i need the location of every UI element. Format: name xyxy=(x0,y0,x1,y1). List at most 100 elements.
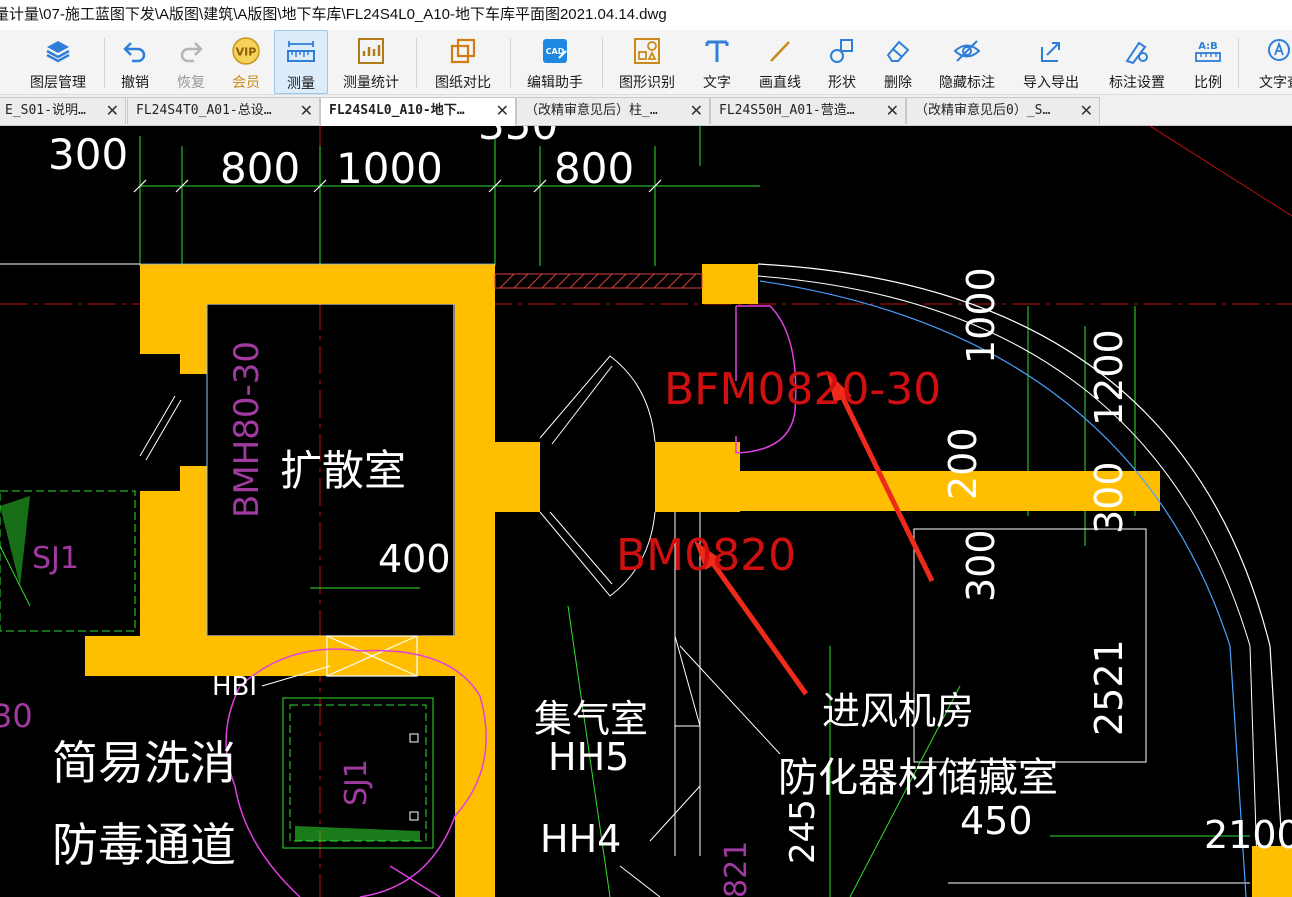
dim-text: 800 xyxy=(554,144,635,193)
door-label-bm: BM0820 xyxy=(616,530,797,581)
hbi-label: HBI xyxy=(212,672,258,702)
shape-recognize-label: 图形识别 xyxy=(619,74,675,90)
tab-label: FL24S50H_A01-营造… xyxy=(719,103,855,118)
redo-icon xyxy=(174,34,208,68)
redo-label: 恢复 xyxy=(177,74,205,90)
drawing-canvas[interactable]: 300 800 1000 350 800 400 1000 1200 200 3… xyxy=(0,126,1292,897)
room-label-chem-storage: 防化器材储藏室 xyxy=(778,755,1058,801)
door-label-bfm: BFM0820-30 xyxy=(664,364,942,415)
room-label-intake: 进风机房 xyxy=(822,689,975,733)
layers-icon xyxy=(41,34,75,68)
tab-doc-6[interactable]: （改精审意见后0）_S… ✕ xyxy=(906,97,1100,124)
measure-icon xyxy=(284,35,318,69)
dim-text: 1000 xyxy=(336,144,443,193)
measure-stats-icon xyxy=(354,34,388,68)
dim-text: 200 xyxy=(941,427,985,500)
close-icon[interactable]: ✕ xyxy=(300,98,313,124)
dim-text: 400 xyxy=(378,537,451,581)
dim-text: 1000 xyxy=(959,267,1003,364)
tab-label: FL24S4T0_A01-总设… xyxy=(136,103,272,118)
hatched-lintel xyxy=(494,273,703,289)
dim-text: 300 xyxy=(48,130,129,179)
import-export-icon xyxy=(1034,34,1068,68)
annotation-settings-label: 标注设置 xyxy=(1109,74,1165,90)
close-icon[interactable]: ✕ xyxy=(886,98,899,124)
delete-label: 删除 xyxy=(884,74,912,90)
layer-manager-label: 图层管理 xyxy=(30,74,86,90)
dim-text: 30 xyxy=(0,697,33,735)
shape-recognize-icon xyxy=(630,34,664,68)
text-icon xyxy=(700,34,734,68)
import-export-label: 导入导出 xyxy=(1023,74,1079,90)
import-export-button[interactable]: 导入导出 xyxy=(1016,30,1086,94)
hide-eye-icon xyxy=(950,34,984,68)
window-title-bar: 量计量\07-施工蓝图下发\A版图\建筑\A版图\地下车库\FL24S4L0_A… xyxy=(0,0,1292,30)
redo-button[interactable]: 恢复 xyxy=(168,30,214,94)
tab-label: （改精审意见后0）_S… xyxy=(915,103,1051,118)
text-search-label: 文字查 xyxy=(1259,74,1292,90)
shape-recognize-button[interactable]: 图形识别 xyxy=(612,30,682,94)
close-icon[interactable]: ✕ xyxy=(1080,98,1093,124)
measure-stats-button[interactable]: 测量统计 xyxy=(338,30,404,94)
dim-text: 350 xyxy=(478,126,558,146)
door-label-bmh: BMH80-30 xyxy=(227,340,267,518)
vip-button[interactable]: VIP 会员 xyxy=(224,30,268,94)
edit-assistant-button[interactable]: CAD 编辑助手 xyxy=(520,30,590,94)
shape-icon xyxy=(825,34,859,68)
window-title: 量计量\07-施工蓝图下发\A版图\建筑\A版图\地下车库\FL24S4L0_A… xyxy=(0,6,667,23)
undo-button[interactable]: 撤销 xyxy=(112,30,158,94)
diagonal-line xyxy=(139,395,176,457)
dim-text: 300 xyxy=(1087,461,1131,534)
undo-label: 撤销 xyxy=(121,74,149,90)
compare-label: 图纸对比 xyxy=(435,74,491,90)
compare-button[interactable]: 图纸对比 xyxy=(428,30,498,94)
tab-doc-1[interactable]: E_S01-说明… ✕ xyxy=(0,97,126,124)
dim-text: 821 xyxy=(719,840,754,897)
measure-stats-label: 测量统计 xyxy=(343,74,399,90)
text-tool-label: 文字 xyxy=(703,74,731,90)
tab-doc-2[interactable]: FL24S4T0_A01-总设… ✕ xyxy=(127,97,320,124)
room-label-decon-2: 防毒通道 xyxy=(52,818,236,872)
tab-doc-5[interactable]: FL24S50H_A01-营造… ✕ xyxy=(710,97,906,124)
dim-text: 2100 xyxy=(1204,813,1292,857)
sj1-center-label: SJ1 xyxy=(339,759,374,806)
close-icon[interactable]: ✕ xyxy=(496,98,509,124)
text-tool-button[interactable]: 文字 xyxy=(694,30,740,94)
edit-assistant-label: 编辑助手 xyxy=(527,74,583,90)
room-label-diffusion: 扩散室 xyxy=(280,446,407,495)
annotation-settings-icon xyxy=(1120,34,1154,68)
delete-button[interactable]: 删除 xyxy=(876,30,920,94)
tab-label: （改精审意见后）柱_… xyxy=(525,103,658,118)
axis-line-diagonal xyxy=(1149,126,1292,217)
eraser-icon xyxy=(881,34,915,68)
vip-badge-text: VIP xyxy=(236,46,257,59)
layer-manager-button[interactable]: 图层管理 xyxy=(22,30,94,94)
hide-annotation-label: 隐藏标注 xyxy=(939,74,995,90)
scale-button[interactable]: A:B 比例 xyxy=(1186,30,1230,94)
text-search-icon xyxy=(1263,34,1292,68)
line-tool-button[interactable]: 画直线 xyxy=(752,30,808,94)
hide-annotation-button[interactable]: 隐藏标注 xyxy=(932,30,1002,94)
close-icon[interactable]: ✕ xyxy=(690,98,703,124)
cad-edit-icon: CAD xyxy=(538,34,572,68)
tab-doc-4[interactable]: （改精审意见后）柱_… ✕ xyxy=(516,97,710,124)
tab-doc-3-active[interactable]: FL24S4L0_A10-地下… ✕ xyxy=(320,97,516,126)
vip-icon: VIP xyxy=(229,34,263,68)
dim-text: 245 xyxy=(783,799,823,864)
line-tool-label: 画直线 xyxy=(759,74,801,90)
undo-icon xyxy=(118,34,152,68)
measure-button[interactable]: 测量 xyxy=(274,30,328,94)
annotation-settings-button[interactable]: 标注设置 xyxy=(1102,30,1172,94)
toolbar-item-clipped[interactable]: | xyxy=(0,30,8,94)
dim-text: 2521 xyxy=(1087,639,1131,736)
sj1-left-label: SJ1 xyxy=(32,541,79,576)
scale-icon: A:B xyxy=(1191,34,1225,68)
dim-text: 300 xyxy=(959,529,1003,602)
dim-text: 1200 xyxy=(1087,329,1131,426)
shape-tool-label: 形状 xyxy=(828,74,856,90)
scale-badge-text: A:B xyxy=(1198,41,1218,52)
compare-icon xyxy=(446,34,480,68)
text-search-button[interactable]: 文字查 xyxy=(1250,30,1292,94)
shape-tool-button[interactable]: 形状 xyxy=(820,30,864,94)
close-icon[interactable]: ✕ xyxy=(106,98,119,124)
